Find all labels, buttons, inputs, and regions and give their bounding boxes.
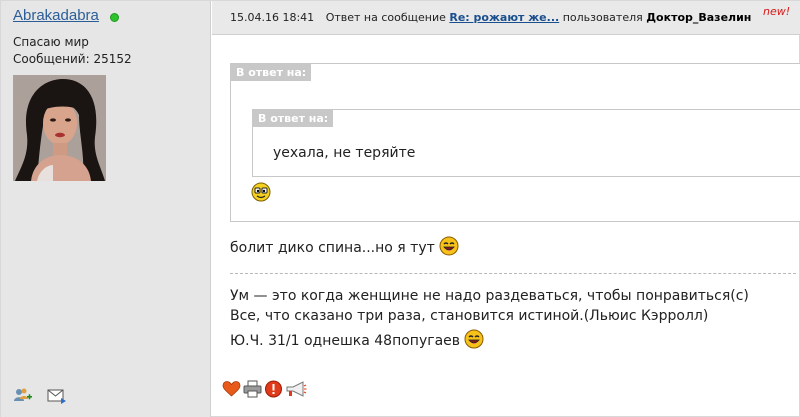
forum-post: Abrakadabra Спасаю мир Сообщений: 25152 (0, 0, 800, 417)
signature-line-2: Все, что сказано три раза, становится ис… (230, 308, 709, 324)
avatar[interactable] (13, 75, 106, 181)
thread-link[interactable]: Re: рожают же... (449, 11, 559, 24)
message-text-line: болит дико спина...но я тут (230, 236, 459, 260)
quote-label: В ответ на: (231, 64, 312, 81)
user-panel: Abrakadabra Спасаю мир Сообщений: 25152 (1, 1, 211, 417)
user-post-count: Сообщений: 25152 (13, 52, 132, 66)
print-icon[interactable] (243, 380, 262, 398)
megaphone-icon[interactable] (285, 380, 307, 398)
smiley-icon (251, 182, 271, 206)
user-action-icons (13, 387, 67, 405)
add-friend-icon[interactable] (13, 387, 33, 405)
online-status-icon (110, 13, 119, 22)
nested-quote-block: В ответ на: уехала, не теряйте (252, 109, 800, 177)
user-label: пользователя (562, 11, 643, 24)
signature-divider (230, 273, 796, 274)
laughing-smiley-icon (464, 329, 484, 353)
wink-smiley-icon (439, 236, 459, 260)
post-actions (222, 380, 307, 398)
quote-block: В ответ на: В ответ на: уехала, не теряй… (230, 63, 800, 222)
signature-line-3: Ю.Ч. 31/1 однешка 48попугаев (230, 333, 461, 349)
nested-quote-label: В ответ на: (253, 110, 334, 127)
post-date: 15.04.16 18:41 (230, 11, 315, 24)
heart-icon[interactable] (222, 380, 241, 398)
new-badge: new! (763, 5, 791, 18)
post-header: 15.04.16 18:41 Ответ на сообщение Re: ро… (212, 1, 800, 35)
reply-label: Ответ на сообщение (325, 11, 446, 24)
post-meta: 15.04.16 18:41 Ответ на сообщение Re: ро… (230, 11, 751, 24)
message-text: болит дико спина...но я тут (230, 240, 435, 256)
message-icon[interactable] (47, 387, 67, 405)
nested-quote-text: уехала, не теряйте (273, 145, 416, 161)
reply-to-user[interactable]: Доктор_Вазелин (646, 11, 751, 24)
report-icon[interactable] (264, 380, 283, 398)
signature-line-3-row: Ю.Ч. 31/1 однешка 48попугаев (230, 329, 484, 353)
user-status: Спасаю мир (13, 35, 89, 49)
username-link[interactable]: Abrakadabra (13, 7, 99, 24)
signature-line-1: Ум — это когда женщине не надо раздевать… (230, 288, 749, 304)
